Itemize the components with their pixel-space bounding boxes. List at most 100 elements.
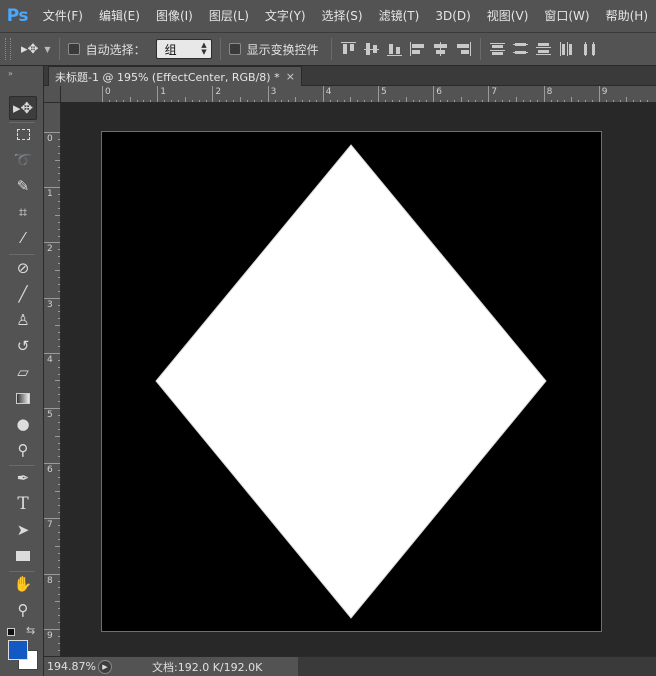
tool-preset-picker[interactable]: ▸✥ ▼	[21, 42, 51, 57]
ruler-tick	[274, 100, 276, 102]
swap-colors-icon[interactable]: ⇆	[26, 624, 35, 637]
ruler-tick	[543, 86, 545, 102]
options-bar-grip[interactable]	[5, 38, 11, 60]
menu-edit[interactable]: 编辑(E)	[91, 0, 148, 32]
document-tab[interactable]: 未标题-1 @ 195% (EffectCenter, RGB/8) * ×	[48, 66, 302, 86]
hand-tool-icon[interactable]: ✋	[9, 572, 37, 596]
menu-file[interactable]: 文件(F)	[35, 0, 91, 32]
export-status-icon[interactable]: ▶	[98, 659, 112, 674]
ruler-tick	[58, 608, 60, 610]
distribute-bottom-edges-icon[interactable]	[535, 41, 552, 57]
horizontal-ruler[interactable]: 0 1 2 3 4 5 6 7 8 9	[61, 86, 656, 103]
eyedropper-tool-icon[interactable]: ⁄	[9, 226, 37, 250]
menu-image[interactable]: 图像(I)	[148, 0, 201, 32]
ruler-tick	[58, 235, 60, 237]
ruler-tick	[58, 525, 60, 527]
dodge-tool-icon[interactable]: ⚲	[9, 438, 37, 462]
blur-tool-icon[interactable]: ●	[9, 412, 37, 436]
ruler-tick	[58, 532, 60, 534]
lasso-tool-icon[interactable]: ➰	[9, 148, 37, 172]
ruler-label: 6	[47, 465, 53, 476]
ruler-tick	[433, 86, 435, 102]
canvas-area[interactable]	[62, 104, 656, 656]
align-left-edges-icon[interactable]	[409, 41, 426, 57]
distribute-horizontal-centers-icon[interactable]	[581, 41, 598, 57]
menu-view[interactable]: 视图(V)	[479, 0, 537, 32]
ruler-tick	[564, 100, 566, 102]
horizontal-scrollbar[interactable]	[298, 657, 656, 676]
zoom-tool-icon[interactable]: ⚲	[9, 598, 37, 622]
close-icon[interactable]: ×	[286, 70, 295, 83]
ruler-tick	[205, 100, 207, 102]
align-bottom-edges-icon[interactable]	[386, 41, 403, 57]
eraser-tool-icon[interactable]: ▱	[9, 360, 37, 384]
ruler-tick	[522, 100, 524, 102]
align-right-edges-icon[interactable]	[455, 41, 472, 57]
distribute-top-edges-icon[interactable]	[489, 41, 506, 57]
ruler-tick	[44, 242, 60, 244]
menu-window[interactable]: 窗口(W)	[536, 0, 597, 32]
ruler-tick	[58, 249, 60, 251]
auto-select-checkbox[interactable]	[67, 43, 80, 55]
ruler-tick	[58, 497, 60, 499]
distribute-vertical-centers-icon[interactable]	[512, 41, 529, 57]
tools-panel: » ▸✥ ➰ ✎ ⌗ ⁄ ⊘ ╱ ♙ ↺ ▱ ● ⚲ ✒ T ➤ ✋ ⚲ ⇆	[0, 66, 44, 676]
ruler-tick	[550, 100, 552, 102]
collapse-panel-icon[interactable]: »	[0, 66, 43, 80]
ruler-tick	[267, 86, 269, 102]
ruler-tick	[260, 100, 262, 102]
ruler-tick	[108, 100, 110, 102]
document-canvas[interactable]	[101, 131, 602, 632]
foreground-color-swatch[interactable]	[8, 640, 28, 660]
history-brush-tool-icon[interactable]: ↺	[9, 334, 37, 358]
ruler-tick	[171, 100, 172, 102]
vertical-ruler[interactable]: 0 1 2 3 4 5 6 7 8 9	[44, 103, 61, 656]
menu-help[interactable]: 帮助(H)	[598, 0, 656, 32]
path-selection-tool-icon[interactable]: ➤	[9, 518, 37, 542]
ruler-tick	[58, 387, 60, 389]
ruler-tick	[502, 100, 504, 102]
ruler-tick	[55, 214, 60, 216]
divider	[9, 254, 35, 255]
menu-3d[interactable]: 3D(D)	[427, 0, 478, 32]
ruler-tick	[585, 100, 586, 102]
align-vertical-centers-icon[interactable]	[363, 41, 380, 57]
ruler-tick	[55, 546, 60, 547]
zoom-level[interactable]: 194.87%	[44, 660, 96, 673]
ruler-tick	[55, 159, 60, 161]
menu-filter[interactable]: 滤镜(T)	[371, 0, 428, 32]
ruler-origin[interactable]	[44, 86, 61, 103]
ruler-tick	[157, 86, 159, 102]
distribute-left-edges-icon[interactable]	[558, 41, 575, 57]
marquee-tool-icon[interactable]	[9, 122, 37, 146]
diamond-shape[interactable]	[102, 132, 601, 631]
rectangle-tool-icon[interactable]	[9, 544, 37, 568]
show-transform-controls-checkbox[interactable]	[228, 43, 241, 55]
menu-type[interactable]: 文字(Y)	[257, 0, 314, 32]
ruler-tick	[58, 207, 60, 209]
ruler-tick	[58, 228, 60, 230]
ruler-tick	[571, 97, 573, 102]
ruler-tick	[378, 86, 379, 102]
align-horizontal-centers-icon[interactable]	[432, 41, 449, 57]
quick-selection-tool-icon[interactable]: ✎	[9, 174, 37, 198]
gradient-tool-icon[interactable]	[9, 386, 37, 410]
ruler-tick	[440, 100, 442, 102]
move-tool-icon[interactable]: ▸✥	[9, 96, 37, 120]
default-colors-icon[interactable]	[7, 628, 15, 636]
ruler-tick	[612, 100, 614, 102]
divider	[58, 38, 60, 60]
type-tool-icon[interactable]: T	[9, 492, 37, 516]
ruler-tick	[350, 97, 352, 102]
menu-layer[interactable]: 图层(L)	[201, 0, 257, 32]
clone-stamp-tool-icon[interactable]: ♙	[9, 308, 37, 332]
menu-select[interactable]: 选择(S)	[314, 0, 371, 32]
crop-tool-icon[interactable]: ⌗	[9, 200, 37, 224]
pen-tool-icon[interactable]: ✒	[9, 466, 37, 490]
ruler-tick	[55, 270, 60, 271]
auto-select-target-dropdown[interactable]: 组 ▲ ▼	[155, 39, 212, 59]
align-top-edges-icon[interactable]	[340, 41, 357, 57]
ruler-tick	[557, 100, 559, 102]
healing-brush-tool-icon[interactable]: ⊘	[9, 256, 37, 280]
brush-tool-icon[interactable]: ╱	[9, 282, 37, 306]
